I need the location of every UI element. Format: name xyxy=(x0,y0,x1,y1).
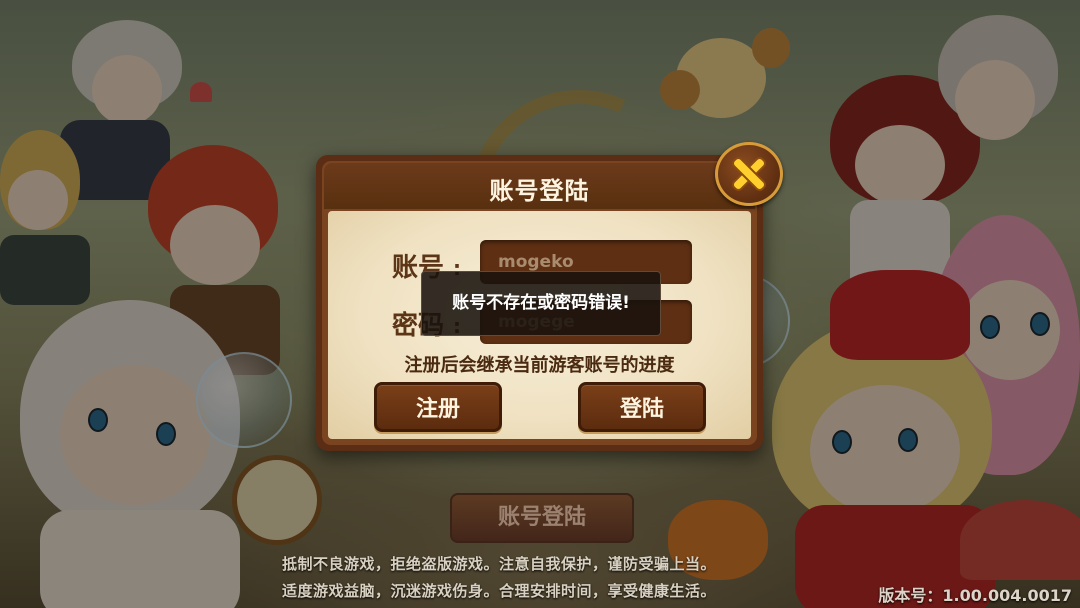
dialog-title: 账号登陆 xyxy=(489,177,590,205)
register-button[interactable]: 注册 xyxy=(374,382,502,432)
register-hint: 注册后会继承当前游客账号的进度 xyxy=(404,355,675,376)
close-button[interactable] xyxy=(715,142,783,206)
background-login-button: 账号登陆 xyxy=(450,493,634,543)
login-button[interactable]: 登陆 xyxy=(578,382,706,432)
error-toast: 账号不存在或密码错误! xyxy=(421,271,661,336)
version-label: 版本号：1.00.004.0017 xyxy=(878,586,1072,605)
close-icon xyxy=(730,155,768,193)
health-notice-line-2: 适度游戏益脑，沉迷游戏伤身。合理安排时间，享受健康生活。 xyxy=(282,582,717,600)
health-notice-line-1: 抵制不良游戏，拒绝盗版游戏。注意自我保护，谨防受骗上当。 xyxy=(282,555,717,573)
